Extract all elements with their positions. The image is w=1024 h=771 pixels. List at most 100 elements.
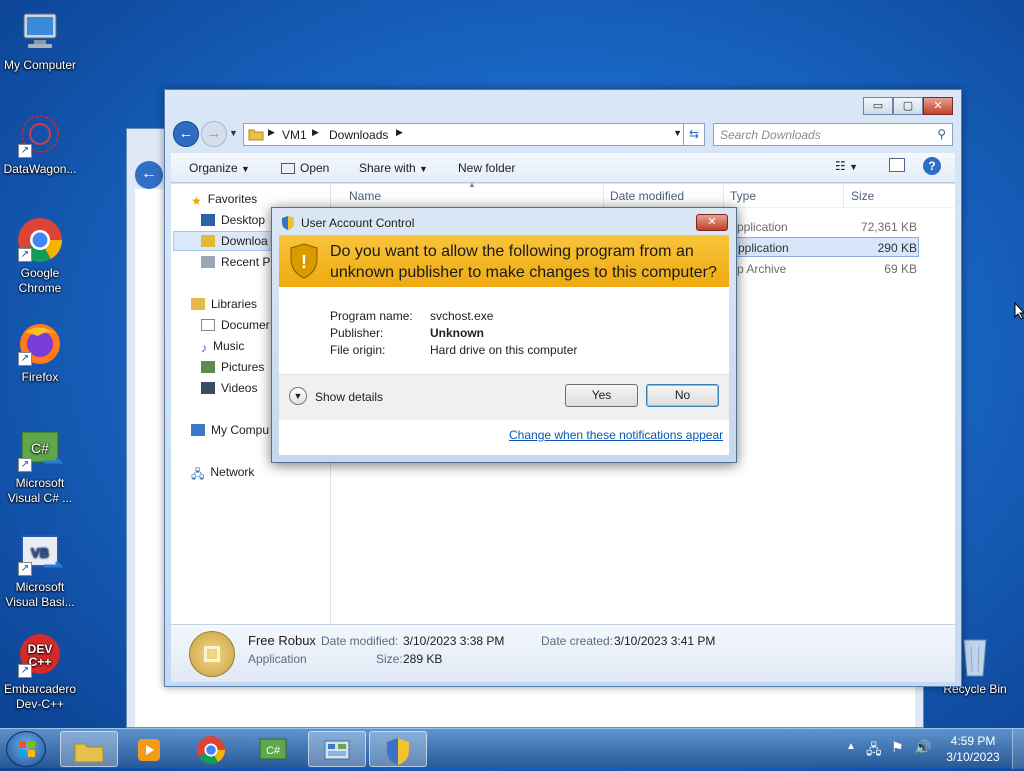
shortcut-arrow-icon: ↗ [18, 248, 32, 262]
column-headers: Name ▲ Date modified Type Size [331, 180, 955, 208]
desktop-icon-visual-basic[interactable]: VB ↗ Microsoft Visual Basi... [0, 530, 80, 610]
maximize-button[interactable]: ▢ [893, 97, 923, 115]
desktop-icon-my-computer[interactable]: My Computer [0, 8, 80, 73]
chevron-down-icon: ▼ [241, 164, 250, 174]
yes-button[interactable]: Yes [565, 384, 638, 407]
desktop-icon-firefox[interactable]: ↗ Firefox [0, 320, 80, 385]
nav-recent-places[interactable]: Recent Pl [201, 255, 273, 269]
file-type: pplication [738, 241, 789, 255]
network-tray-icon[interactable]: 🖧 [866, 739, 882, 763]
mouse-cursor-icon [1014, 301, 1024, 323]
details-size: 289 KB [403, 652, 443, 666]
change-notifications-link[interactable]: Change when these notifications appear [509, 428, 723, 442]
uac-body: Program name: svchost.exe Publisher: Unk… [279, 287, 729, 455]
file-origin-label: File origin: [330, 343, 386, 357]
nav-music[interactable]: ♪ Music [201, 339, 245, 355]
nav-pictures[interactable]: Pictures [201, 360, 264, 374]
taskbar-explorer[interactable] [60, 731, 118, 767]
taskbar-media-player[interactable] [120, 731, 178, 767]
folder-icon [74, 743, 104, 763]
show-details-toggle[interactable]: Show details [315, 390, 383, 404]
chrome-icon [197, 735, 225, 764]
address-dropdown-icon[interactable]: ▼ [673, 128, 682, 138]
column-size[interactable]: Size [851, 189, 874, 203]
desktop-icon-datawagon[interactable]: ↗ DataWagon... [0, 112, 80, 177]
column-divider [843, 184, 844, 208]
desktop-folder-icon [201, 214, 215, 226]
volume-icon[interactable]: 🔊 [914, 739, 931, 756]
nav-videos[interactable]: Videos [201, 381, 257, 395]
taskbar-control-panel[interactable] [308, 731, 366, 767]
back-button[interactable]: ← [173, 121, 199, 147]
new-folder-button[interactable]: New folder [458, 161, 515, 175]
taskbar-visual-csharp[interactable]: C# [244, 731, 302, 767]
start-button[interactable] [6, 731, 46, 767]
music-icon: ♪ [201, 341, 207, 355]
nav-network[interactable]: 🖧 Network [191, 465, 254, 481]
show-hidden-icons-icon[interactable]: ▲ [846, 741, 856, 752]
datawagon-icon: ↗ [16, 112, 64, 160]
search-input[interactable]: Search Downloads ⚲ [713, 123, 953, 146]
window-caption-buttons: ▭ ▢ ✕ [863, 97, 953, 115]
uac-dialog[interactable]: User Account Control ✕ ! Do you want to … [271, 207, 737, 463]
column-type[interactable]: Type [730, 189, 756, 203]
column-date-modified[interactable]: Date modified [610, 189, 684, 203]
share-with-button[interactable]: Share with ▼ [359, 161, 428, 175]
desktop-icon-dev-cpp[interactable]: DEV C++ ↗ Embarcadero Dev-C++ [0, 632, 80, 712]
preview-pane-icon[interactable] [889, 158, 905, 172]
nav-libraries[interactable]: Libraries [191, 297, 257, 311]
svg-text:C++: C++ [29, 655, 52, 669]
recent-pages-dropdown-icon[interactable]: ▼ [229, 128, 238, 138]
nav-favorites[interactable]: ★ Favorites [191, 192, 257, 208]
network-icon: 🖧 [191, 467, 205, 481]
show-details-chevron-icon[interactable]: ▼ [289, 387, 307, 405]
libraries-icon [191, 298, 205, 310]
help-icon[interactable]: ? [923, 157, 941, 175]
view-options-icon[interactable]: ☷ ▼ [835, 159, 858, 173]
clock[interactable]: 4:59 PM 3/10/2023 [938, 733, 1008, 765]
details-date-created: 3/10/2023 3:41 PM [614, 634, 716, 648]
file-size: 72,361 KB [860, 220, 917, 234]
show-desktop-button[interactable] [1012, 729, 1024, 769]
refresh-button[interactable]: ⇆ [683, 123, 705, 146]
breadcrumb-separator-icon: ▶ [312, 127, 319, 137]
back-arrow-icon[interactable]: ← [135, 161, 163, 189]
downloads-folder-icon [201, 235, 215, 247]
close-button[interactable]: ✕ [923, 97, 953, 115]
nav-label: Libraries [211, 297, 258, 311]
forward-button[interactable]: → [201, 121, 227, 147]
breadcrumb-downloads[interactable]: Downloads [329, 128, 388, 142]
uac-question-line2: unknown publisher to make changes to thi… [330, 264, 717, 281]
taskbar-chrome[interactable] [182, 731, 240, 767]
taskbar-uac[interactable] [369, 731, 427, 767]
action-center-flag-icon[interactable]: ⚑ [891, 739, 904, 756]
folder-icon [248, 127, 264, 144]
breadcrumb-separator-icon: ▶ [268, 127, 275, 137]
nav-label: Music [213, 339, 245, 353]
organize-button[interactable]: Organize ▼ [189, 161, 250, 175]
open-button[interactable]: Open [281, 161, 329, 175]
nav-desktop[interactable]: Desktop [201, 213, 265, 227]
column-name[interactable]: Name [349, 189, 381, 203]
uac-shield-icon [281, 215, 295, 234]
details-file-name: Free Robux [248, 633, 316, 648]
nav-documents[interactable]: Documer [201, 318, 270, 332]
breadcrumb-vm1[interactable]: VM1 [282, 128, 307, 142]
nav-label: My Compu [211, 423, 270, 437]
desktop-icon-visual-csharp[interactable]: C# ↗ Microsoft Visual C# ... [0, 426, 80, 506]
no-button[interactable]: No [646, 384, 719, 407]
search-placeholder: Search Downloads [720, 128, 821, 142]
details-pane: Free Robux Application Date modified: 3/… [171, 624, 955, 682]
shortcut-arrow-icon: ↗ [18, 352, 32, 366]
uac-close-button[interactable]: ✕ [696, 214, 728, 231]
nav-my-computer[interactable]: My Compu [191, 423, 269, 437]
address-bar[interactable]: ▶ VM1 ▶ Downloads ▶ ▼ [243, 123, 689, 146]
computer-icon [16, 8, 64, 56]
program-name-label: Program name: [330, 309, 413, 323]
shortcut-arrow-icon: ↗ [18, 144, 32, 158]
nav-downloads[interactable]: Downloa [201, 234, 268, 248]
minimize-button[interactable]: ▭ [863, 97, 893, 115]
visual-csharp-icon: C# ↗ [16, 426, 64, 474]
desktop-icon-google-chrome[interactable]: ↗ Google Chrome [0, 216, 80, 296]
open-app-icon [281, 163, 295, 174]
